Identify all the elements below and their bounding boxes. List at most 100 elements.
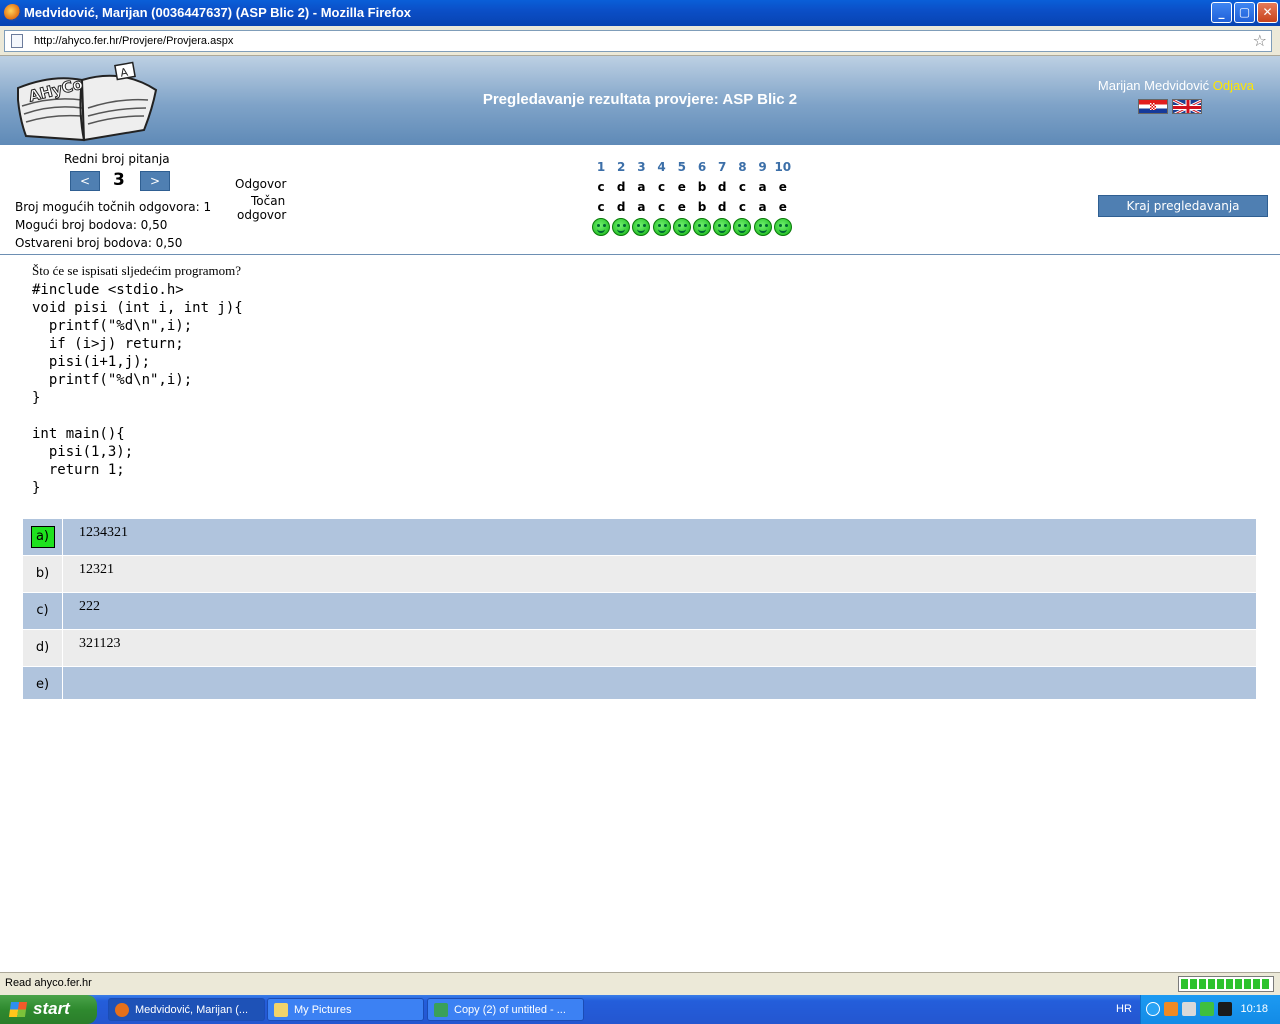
tray-app-icon[interactable] [1164,1002,1178,1016]
grid-answer: e [677,180,686,194]
window-titlebar[interactable]: Medvidović, Marijan (0036447637) (ASP Bl… [0,0,1280,26]
prev-question-button[interactable]: < [70,171,100,191]
url-field[interactable]: http://ahyco.fer.hr/Provjere/Provjera.as… [4,30,1272,52]
grid-column[interactable]: 7 dd [712,160,732,240]
tray-sigma-icon[interactable] [1218,1002,1232,1016]
croatian-flag-icon[interactable] [1138,99,1168,114]
grid-question-number[interactable]: 6 [692,160,712,174]
url-text: http://ahyco.fer.hr/Provjere/Provjera.as… [34,35,234,47]
grid-question-number[interactable]: 2 [611,160,631,174]
grid-question-number[interactable]: 8 [732,160,752,174]
taskbar-item[interactable]: My Pictures [267,998,424,1021]
answer-row-label: Odgovor [235,177,287,191]
firefox-icon [115,1003,129,1017]
start-label: start [33,999,70,1018]
status-text: Read ahyco.fer.hr [5,977,92,989]
grid-question-number[interactable]: 7 [712,160,732,174]
smiley-icon [612,218,631,236]
end-review-button[interactable]: Kraj pregledavanja [1098,195,1268,217]
smiley-icon [652,218,671,236]
grid-answer: b [697,180,707,194]
answer-letter-text: b) [35,566,50,581]
code-block: #include <stdio.h> void pisi (int i, int … [32,281,243,497]
code-line: pisi(1,3); [32,444,134,460]
smiley-icon [733,218,752,236]
taskbar-item[interactable]: Medvidović, Marijan (... [108,998,265,1021]
grid-question-number[interactable]: 1 [591,160,611,174]
code-line: } [32,480,41,496]
grid-answer: a [637,180,646,194]
smiley-icon [773,218,792,236]
grid-correct-answer: a [758,200,767,214]
taskbar-item[interactable]: Copy (2) of untitled - ... [427,998,584,1021]
smiley-icon [693,218,711,236]
progress-bar [1178,976,1274,992]
answer-letter: a) [23,519,63,555]
answer-letter-text: d) [35,640,50,655]
achieved-points-label: Ostvareni broj bodova: 0,50 [15,236,183,250]
grid-answer: e [778,180,787,194]
tray-cfl-icon[interactable] [1182,1002,1196,1016]
possible-correct-label: Broj mogućih točnih odgovora: 1 [15,200,212,214]
smiley-icon [592,218,610,236]
next-question-button[interactable]: > [140,171,170,191]
taskbar-item-label: My Pictures [294,1004,352,1016]
grid-answer: a [758,180,767,194]
grid-question-number[interactable]: 10 [773,160,793,174]
grid-column[interactable]: 4 cc [652,160,672,240]
clock: 10:18 [1240,1003,1268,1015]
tray-arrow-icon[interactable] [1146,1002,1160,1016]
answer-letter: d) [23,630,63,666]
user-name: Marijan Medvidović [1097,78,1210,93]
grid-column[interactable]: 5 ee [672,160,692,240]
answer-text: 222 [79,599,100,614]
smiley-icon [672,218,691,236]
grid-column[interactable]: 3 aa [631,160,651,240]
code-line: pisi(i+1,j); [32,354,151,370]
language-indicator[interactable]: HR [1116,1003,1132,1015]
maximize-button[interactable]: ▢ [1234,2,1255,23]
grid-correct-answer: e [677,200,686,214]
code-line: if (i>j) return; [32,336,184,352]
address-bar: http://ahyco.fer.hr/Provjere/Provjera.as… [0,26,1280,56]
page-icon [11,34,23,48]
start-button[interactable]: start [0,995,97,1024]
grid-column[interactable]: 10 e e [773,160,793,240]
grid-correct-answer: c [597,200,605,214]
answer-row: b) 12321 [23,556,1256,593]
grid-question-number[interactable]: 9 [753,160,773,174]
code-line: return 1; [32,462,125,478]
grid-column[interactable]: 2 dd [611,160,631,240]
answer-text: 12321 [79,562,114,577]
bookmark-star-icon[interactable]: ☆ [1253,31,1267,50]
grid-answer: c [597,180,605,194]
grid-correct-answer: b [697,200,707,214]
grid-correct-answer: c [658,200,666,214]
question-number-label: Redni broj pitanja [64,152,170,166]
grid-correct-answer: d [616,200,626,214]
minimize-button[interactable]: _ [1211,2,1232,23]
taskbar-item-label: Medvidović, Marijan (... [135,1004,249,1016]
taskbar: start Medvidović, Marijan (... My Picture… [0,995,1280,1024]
answer-row: c) 222 [23,593,1256,630]
logout-link[interactable]: Odjava [1213,78,1254,93]
system-tray: 10:18 [1140,995,1280,1024]
grid-column[interactable]: 6 bb [692,160,712,240]
answer-letter-text: c) [36,603,49,618]
grid-question-number[interactable]: 5 [672,160,692,174]
answers-table: a) 1234321 b) 12321 c) 222 d) 321123 e) [23,519,1256,703]
tray-network-icon[interactable] [1200,1002,1214,1016]
grid-question-number[interactable]: 4 [652,160,672,174]
code-line: printf("%d\n",i); [32,318,193,334]
grid-column[interactable]: 8 cc [732,160,752,240]
close-button[interactable]: ✕ [1257,2,1278,23]
grid-answer: d [717,180,727,194]
uk-flag-icon[interactable] [1172,99,1202,114]
grid-question-number[interactable]: 3 [631,160,651,174]
grid-column[interactable]: 1 cc [591,160,611,240]
grid-column[interactable]: 9 aa [753,160,773,240]
answer-row: e) [23,667,1256,703]
folder-icon [274,1003,288,1017]
answer-letter: b) [23,556,63,592]
